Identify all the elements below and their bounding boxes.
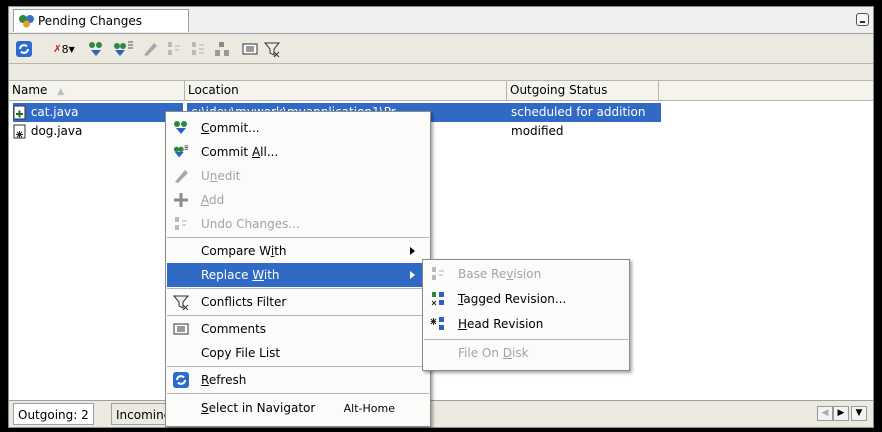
revert-icon[interactable] <box>189 40 207 58</box>
column-name[interactable]: Name ▲ <box>9 81 185 100</box>
menu-label: Copy File List <box>201 346 281 360</box>
menu-item-compare-with[interactable]: Compare With <box>167 239 429 263</box>
submenu-item-base-revision[interactable]: Base Revision <box>424 262 628 286</box>
menu-label: Tagged Revision... <box>458 292 567 306</box>
menu-item-replace-with[interactable]: Replace With <box>167 263 429 287</box>
menu-item-refresh[interactable]: Refresh <box>167 368 429 392</box>
window-tab-bar: Pending Changes <box>9 7 873 34</box>
add-icon <box>173 192 189 208</box>
unedit-icon[interactable] <box>141 40 159 58</box>
table-header: Name ▲ Location Outgoing Status <box>9 80 873 101</box>
pending-changes-icon <box>19 15 34 28</box>
tab-list-dropdown-icon[interactable]: ▼ <box>851 406 867 421</box>
menu-label: File On Disk <box>458 346 529 360</box>
table-row[interactable]: cat.java c:\jdev\mywork\myapplication1\P… <box>9 103 873 122</box>
toolbar: ✗ 8 ▼ <box>9 34 873 64</box>
base-revision-icon <box>430 266 446 282</box>
java-file-added-icon <box>13 105 26 119</box>
submenu-item-file-on-disk[interactable]: File On Disk <box>424 341 628 365</box>
sort-ascending-icon: ▲ <box>57 87 65 97</box>
row-name: dog.java <box>30 124 83 138</box>
menu-separator <box>167 366 429 367</box>
submenu-arrow-icon <box>410 271 415 279</box>
history-icon[interactable] <box>213 40 231 58</box>
row-name-cell: dog.java <box>13 122 183 141</box>
conflicts-filter-icon[interactable] <box>263 40 281 58</box>
column-outgoing-status[interactable]: Outgoing Status <box>507 81 659 100</box>
row-name: cat.java <box>30 105 79 119</box>
scroll-right-icon[interactable]: ▶ <box>833 406 849 421</box>
menu-label: Add <box>201 193 225 207</box>
menu-item-conflicts-filter[interactable]: Conflicts Filter <box>167 290 429 314</box>
menu-label: Commit All... <box>201 145 279 159</box>
undo-changes-icon[interactable] <box>165 40 183 58</box>
bottom-tab-bar: Outgoing: 2 Incoming ◀ ▶ ▼ <box>9 400 873 427</box>
menu-separator <box>167 237 429 238</box>
column-status-label: Outgoing Status <box>510 83 608 97</box>
submenu-arrow-icon <box>410 247 415 255</box>
replace-with-submenu: Base Revision Tagged Revision... Head Re… <box>422 259 630 371</box>
row-name-cell: cat.java <box>13 103 183 122</box>
row-status: scheduled for addition <box>509 103 661 122</box>
menu-label: Select in Navigator <box>201 401 316 415</box>
shortcut-label: Alt-Home <box>343 401 395 415</box>
filter-count: 8 <box>61 42 69 56</box>
menu-label: Refresh <box>201 373 247 387</box>
menu-label: Base Revision <box>458 267 542 281</box>
menu-item-add[interactable]: Add <box>167 188 429 212</box>
menu-separator <box>424 339 628 340</box>
refresh-icon[interactable] <box>15 40 33 58</box>
menu-item-undo-changes[interactable]: Undo Changes... <box>167 212 429 236</box>
comments-icon <box>173 321 189 337</box>
tab-outgoing[interactable]: Outgoing: 2 <box>13 403 94 425</box>
head-revision-icon <box>430 316 446 332</box>
commit-icon[interactable] <box>87 40 105 58</box>
java-file-modified-icon <box>13 124 26 138</box>
scroll-left-icon[interactable]: ◀ <box>817 406 833 421</box>
menu-label: Head Revision <box>458 317 544 331</box>
menu-separator <box>167 315 429 316</box>
menu-label: Unedit <box>201 169 241 183</box>
context-menu: Commit... Commit All... Unedit Add Undo … <box>165 111 431 427</box>
pending-changes-tab[interactable]: Pending Changes <box>13 9 189 32</box>
commit-icon <box>173 120 189 136</box>
commit-all-icon[interactable] <box>112 40 134 58</box>
menu-item-commit[interactable]: Commit... <box>167 116 429 140</box>
minimize-icon[interactable] <box>856 13 869 26</box>
menu-label: Compare With <box>201 244 287 258</box>
undo-icon <box>173 216 189 232</box>
menu-item-unedit[interactable]: Unedit <box>167 164 429 188</box>
tab-title: Pending Changes <box>38 14 142 28</box>
submenu-item-tagged-revision[interactable]: Tagged Revision... <box>424 287 628 311</box>
menu-item-copy-file-list[interactable]: Copy File List <box>167 341 429 365</box>
menu-label: Undo Changes... <box>201 217 300 231</box>
filter-icon <box>173 294 189 310</box>
refresh-icon <box>173 372 189 388</box>
column-location[interactable]: Location <box>185 81 507 100</box>
menu-separator <box>167 393 429 394</box>
comments-icon[interactable] <box>241 40 259 58</box>
menu-item-commit-all[interactable]: Commit All... <box>167 140 429 164</box>
column-name-label: Name <box>12 83 48 97</box>
filter-status-icon[interactable]: ✗ 8 ▼ <box>47 40 81 58</box>
menu-label: Conflicts Filter <box>201 295 287 309</box>
unedit-icon <box>173 168 189 184</box>
column-location-label: Location <box>188 83 239 97</box>
table-row[interactable]: dog.java c:\jdev\mywork\myapplication1\P… <box>9 122 873 141</box>
menu-item-comments[interactable]: Comments <box>167 317 429 341</box>
commit-all-icon <box>173 144 189 160</box>
tagged-revision-icon <box>430 291 446 307</box>
row-status: modified <box>511 124 564 138</box>
menu-label: Comments <box>201 322 267 336</box>
submenu-item-head-revision[interactable]: Head Revision <box>424 312 628 336</box>
menu-label: Commit... <box>201 121 260 135</box>
menu-item-select-in-navigator[interactable]: Select in Navigator Alt-Home <box>167 396 429 420</box>
menu-label: Replace With <box>201 268 280 282</box>
menu-separator <box>167 288 429 289</box>
